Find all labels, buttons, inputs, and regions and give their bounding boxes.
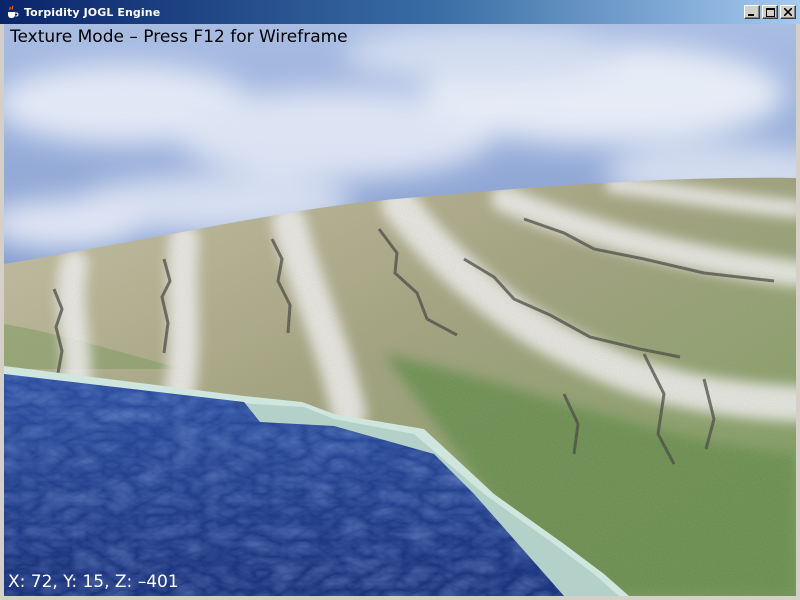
title-bar[interactable]: Torpidity JOGL Engine xyxy=(0,0,800,24)
minimize-icon xyxy=(748,14,754,16)
close-button[interactable] xyxy=(780,5,796,19)
render-viewport[interactable]: Texture Mode – Press F12 for Wireframe X… xyxy=(4,24,796,596)
window-title: Torpidity JOGL Engine xyxy=(24,5,161,19)
close-icon xyxy=(784,8,792,16)
coordinates-readout: X: 72, Y: 15, Z: –401 xyxy=(8,572,179,592)
terrain-scene xyxy=(4,24,796,596)
window-controls xyxy=(742,5,796,19)
mode-label: Texture Mode – Press F12 for Wireframe xyxy=(10,27,348,47)
maximize-button[interactable] xyxy=(762,5,778,19)
window-frame-bottom xyxy=(0,596,800,600)
minimize-button[interactable] xyxy=(744,5,760,19)
java-cup-icon xyxy=(4,4,20,20)
maximize-icon xyxy=(765,7,775,17)
app-window: Torpidity JOGL Engine Texture Mode – Pre… xyxy=(0,0,800,600)
